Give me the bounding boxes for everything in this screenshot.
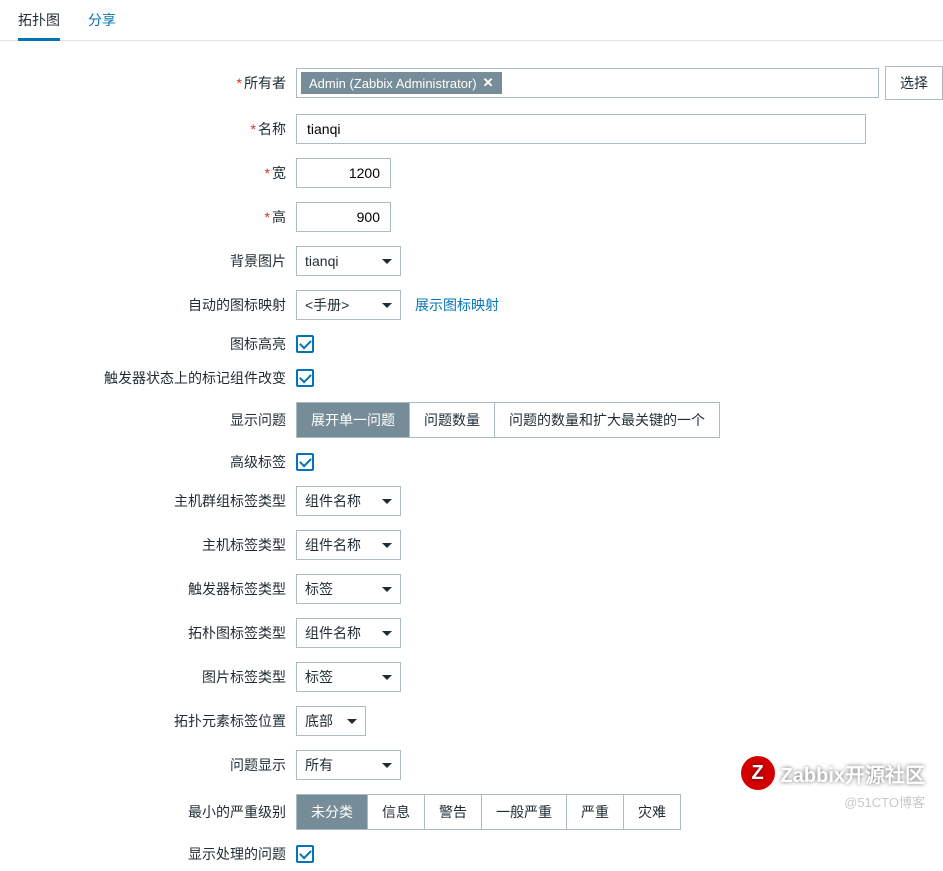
label-owner: *所有者 — [0, 73, 296, 93]
dropdown-caret-icon — [382, 543, 392, 548]
label-width: *宽 — [0, 163, 296, 183]
owner-tag[interactable]: Admin (Zabbix Administrator) ✕ — [301, 72, 502, 94]
dropdown-caret-icon — [382, 631, 392, 636]
hostgroup-label-type-select[interactable]: 组件名称 — [296, 486, 401, 516]
label-location-value: 底部 — [305, 711, 333, 731]
severity-high[interactable]: 严重 — [567, 795, 624, 829]
image-label-type-select[interactable]: 标签 — [296, 662, 401, 692]
bgimage-select[interactable]: tianqi — [296, 246, 401, 276]
advlabels-checkbox[interactable] — [296, 453, 314, 471]
width-input[interactable] — [296, 158, 391, 188]
label-show-suppressed: 显示处理的问题 — [0, 844, 296, 864]
name-input[interactable] — [296, 114, 866, 144]
bgimage-select-value: tianqi — [305, 253, 338, 269]
label-name: *名称 — [0, 119, 296, 139]
dropdown-caret-icon — [347, 719, 357, 724]
trigger-label-type-value: 标签 — [305, 579, 333, 599]
host-label-type-value: 组件名称 — [305, 535, 361, 555]
label-showproblems: 显示问题 — [0, 410, 296, 430]
dropdown-caret-icon — [382, 259, 392, 264]
label-automap: 自动的图标映射 — [0, 295, 296, 315]
tab-bar: 拓扑图 分享 — [0, 0, 943, 41]
label-advlabels: 高级标签 — [0, 452, 296, 472]
config-form: *所有者 Admin (Zabbix Administrator) ✕ 选择 *… — [0, 59, 943, 871]
show-icon-mapping-link[interactable]: 展示图标映射 — [415, 295, 499, 315]
severity-disaster[interactable]: 灾难 — [624, 795, 680, 829]
dropdown-caret-icon — [382, 587, 392, 592]
label-image-label-type: 图片标签类型 — [0, 667, 296, 687]
owner-multiselect[interactable]: Admin (Zabbix Administrator) ✕ — [296, 68, 879, 98]
label-markchange: 触发器状态上的标记组件改变 — [0, 368, 296, 388]
showproblems-count-expand-critical[interactable]: 问题的数量和扩大最关键的一个 — [495, 403, 719, 437]
min-severity-group: 未分类 信息 警告 一般严重 严重 灾难 — [296, 794, 681, 830]
markchange-checkbox[interactable] — [296, 369, 314, 387]
remove-owner-icon[interactable]: ✕ — [483, 75, 494, 91]
severity-information[interactable]: 信息 — [368, 795, 425, 829]
showproblems-group: 展开单一问题 问题数量 问题的数量和扩大最关键的一个 — [296, 402, 720, 438]
label-label-location: 拓扑元素标签位置 — [0, 711, 296, 731]
highlight-checkbox[interactable] — [296, 335, 314, 353]
dropdown-caret-icon — [382, 499, 392, 504]
host-label-type-select[interactable]: 组件名称 — [296, 530, 401, 560]
map-label-type-value: 组件名称 — [305, 623, 361, 643]
label-trigger-label-type: 触发器标签类型 — [0, 579, 296, 599]
problem-display-select[interactable]: 所有 — [296, 750, 401, 780]
dropdown-caret-icon — [382, 675, 392, 680]
dropdown-caret-icon — [382, 303, 392, 308]
label-map-label-type: 拓朴图标签类型 — [0, 623, 296, 643]
tab-topology[interactable]: 拓扑图 — [18, 0, 60, 41]
problem-display-value: 所有 — [305, 755, 333, 775]
showproblems-count[interactable]: 问题数量 — [410, 403, 495, 437]
trigger-label-type-select[interactable]: 标签 — [296, 574, 401, 604]
label-height: *高 — [0, 207, 296, 227]
label-hostgroup-label-type: 主机群组标签类型 — [0, 491, 296, 511]
automap-select[interactable]: <手册> — [296, 290, 401, 320]
show-suppressed-checkbox[interactable] — [296, 845, 314, 863]
severity-not-classified[interactable]: 未分类 — [297, 795, 368, 829]
label-min-severity: 最小的严重级别 — [0, 802, 296, 822]
severity-average[interactable]: 一般严重 — [482, 795, 567, 829]
hostgroup-label-type-value: 组件名称 — [305, 491, 361, 511]
height-input[interactable] — [296, 202, 391, 232]
automap-select-value: <手册> — [305, 295, 349, 315]
tab-share[interactable]: 分享 — [88, 0, 116, 40]
label-highlight: 图标高亮 — [0, 334, 296, 354]
dropdown-caret-icon — [382, 763, 392, 768]
label-problem-display: 问题显示 — [0, 755, 296, 775]
map-label-type-select[interactable]: 组件名称 — [296, 618, 401, 648]
severity-warning[interactable]: 警告 — [425, 795, 482, 829]
select-owner-button[interactable]: 选择 — [885, 66, 943, 100]
label-location-select[interactable]: 底部 — [296, 706, 366, 736]
owner-tag-label: Admin (Zabbix Administrator) — [309, 76, 477, 91]
showproblems-expand-one[interactable]: 展开单一问题 — [297, 403, 410, 437]
label-host-label-type: 主机标签类型 — [0, 535, 296, 555]
image-label-type-value: 标签 — [305, 667, 333, 687]
label-bgimage: 背景图片 — [0, 251, 296, 271]
